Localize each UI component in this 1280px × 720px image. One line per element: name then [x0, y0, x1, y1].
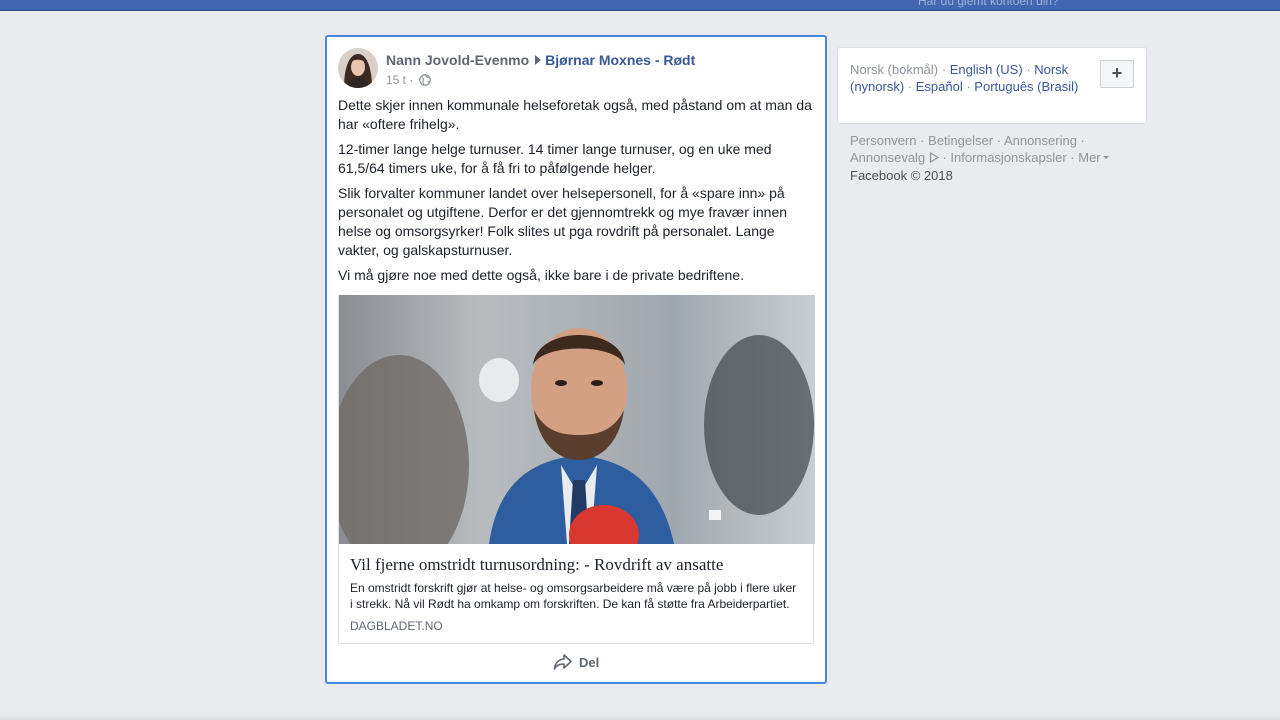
post-paragraph: Dette skjer innen kommunale helseforetak…: [338, 97, 812, 132]
link-description: En omstridt forskrift gjør at helse- og …: [350, 581, 797, 611]
forgot-account-link[interactable]: Har du glemt kontoen din?: [918, 0, 1059, 8]
language-list: Norsk (bokmål) · English (US) · Norsk (n…: [850, 62, 1079, 94]
footer-link-privacy[interactable]: Personvern: [850, 133, 916, 148]
language-selector-box: Norsk (bokmål) · English (US) · Norsk (n…: [837, 47, 1147, 124]
footer-link-ad-choices[interactable]: Annonsevalg: [850, 150, 925, 165]
share-icon: [553, 654, 572, 670]
language-link[interactable]: English (US): [950, 62, 1023, 77]
post-paragraph: Vi må gjøre noe med dette også, ikke bar…: [338, 267, 744, 283]
footer-links: Personvern · Betingelser · Annonsering ·…: [850, 132, 1140, 184]
feed-post: Nann Jovold-Evenmo Bjørnar Moxnes - Rødt …: [325, 35, 827, 684]
top-navigation-bar: Har du glemt kontoen din?: [0, 0, 1280, 11]
bottom-shadow: [0, 714, 1280, 720]
post-meta: 15 t ·: [386, 73, 431, 89]
link-domain: DAGBLADET.NO: [350, 619, 443, 633]
ad-choices-icon: [929, 150, 939, 167]
share-button[interactable]: Del: [553, 653, 599, 671]
post-header: Nann Jovold-Evenmo Bjørnar Moxnes - Rødt: [386, 52, 695, 68]
language-link[interactable]: Español: [916, 79, 963, 94]
posted-to-arrow-icon: [535, 55, 542, 65]
add-language-button[interactable]: +: [1100, 60, 1134, 88]
post-timestamp[interactable]: 15 t: [386, 73, 406, 87]
target-page-link[interactable]: Bjørnar Moxnes - Rødt: [545, 52, 695, 68]
footer-link-cookies[interactable]: Informasjonskapsler: [950, 150, 1066, 165]
post-paragraph: 12-timer lange helge turnuser. 14 timer …: [338, 141, 772, 176]
author-name-link[interactable]: Nann Jovold-Evenmo: [386, 52, 529, 68]
meta-separator: ·: [409, 73, 414, 87]
language-link[interactable]: Português (Brasil): [974, 79, 1078, 94]
link-title[interactable]: Vil fjerne omstridt turnusordning: - Rov…: [350, 555, 802, 575]
link-preview-card[interactable]: Vil fjerne omstridt turnusordning: - Rov…: [338, 295, 815, 644]
author-avatar[interactable]: [338, 48, 378, 88]
copyright-text: Facebook © 2018: [850, 168, 953, 183]
chevron-down-icon: [1102, 156, 1109, 159]
article-photo[interactable]: [339, 295, 815, 544]
globe-icon[interactable]: [418, 74, 431, 89]
footer-link-terms[interactable]: Betingelser: [928, 133, 993, 148]
footer-link-advertising[interactable]: Annonsering: [1004, 133, 1077, 148]
current-language: Norsk (bokmål): [850, 62, 939, 77]
post-message: Dette skjer innen kommunale helseforetak…: [338, 96, 818, 291]
footer-link-more[interactable]: Mer: [1078, 150, 1100, 165]
post-paragraph: Slik forvalter kommuner landet over hels…: [338, 185, 788, 258]
share-label: Del: [579, 654, 600, 670]
